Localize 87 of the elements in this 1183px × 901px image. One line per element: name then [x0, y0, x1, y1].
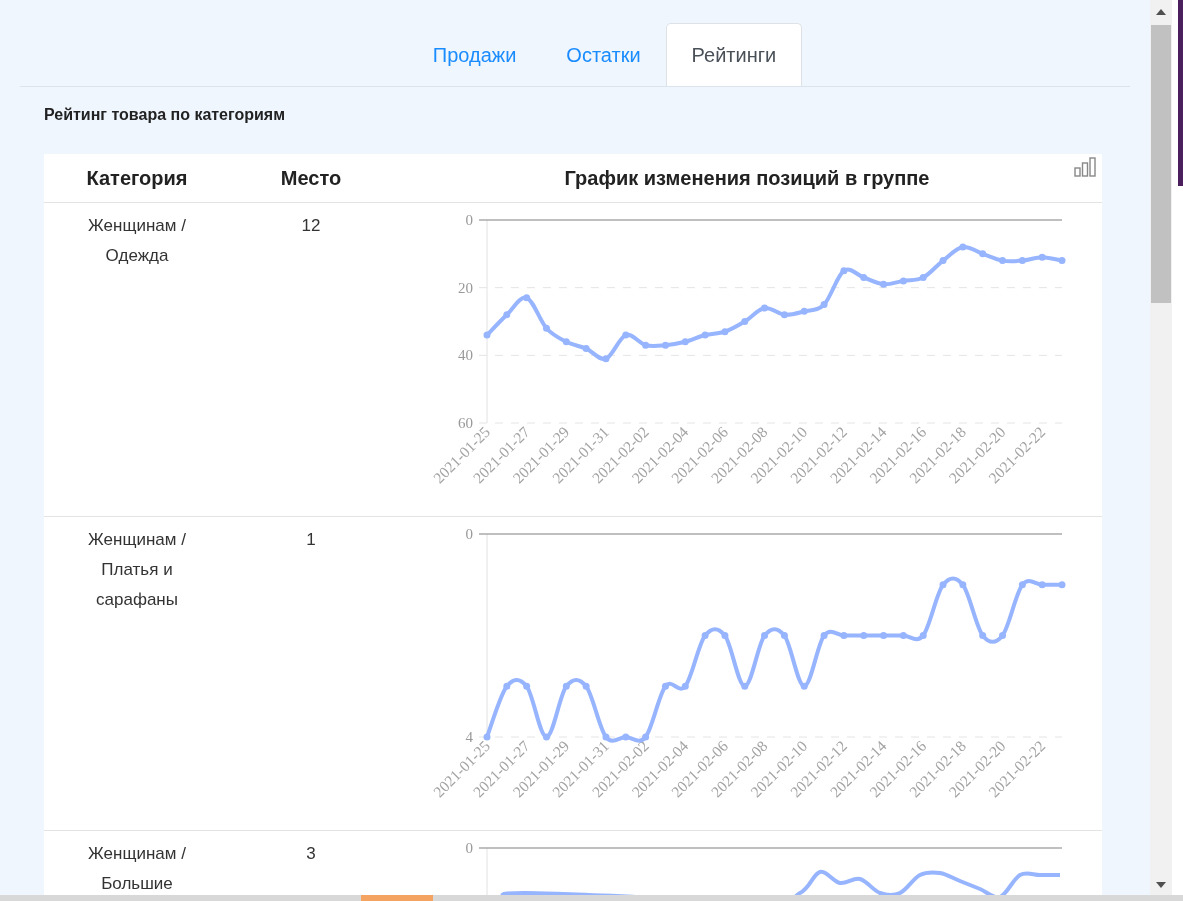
data-point [979, 632, 987, 639]
data-point [1038, 581, 1046, 589]
data-point [800, 307, 808, 315]
axis-tick-label: 0 [465, 212, 473, 228]
data-point [939, 257, 947, 265]
data-point [1058, 581, 1066, 589]
column-header: Место [279, 166, 343, 191]
data-point [820, 301, 828, 309]
data-point [919, 632, 927, 639]
scrollbar-thumb[interactable] [1151, 25, 1171, 303]
data-point [483, 331, 491, 339]
data-point [562, 338, 570, 346]
data-point [721, 328, 729, 336]
data-point [860, 632, 868, 639]
axis-tick-label: 0 [465, 840, 473, 856]
data-point [959, 243, 967, 251]
scrollbar-thumb[interactable] [361, 895, 433, 901]
table-cell-text: 3 [305, 843, 317, 865]
data-point [959, 581, 967, 589]
data-point [840, 267, 848, 275]
data-point [899, 632, 907, 639]
table-cell-text: Женщинам / Одежда [87, 215, 187, 267]
data-point [602, 355, 610, 363]
data-point [661, 682, 669, 690]
data-point [582, 682, 590, 690]
data-point [880, 280, 888, 288]
bar-chart-icon[interactable] [1074, 157, 1096, 177]
data-point [701, 632, 709, 639]
data-point [939, 581, 947, 589]
data-point [523, 294, 531, 302]
axis-tick-label: 4 [465, 729, 473, 745]
down-arrow-icon[interactable] [1156, 881, 1166, 889]
data-point [840, 632, 848, 639]
data-point [622, 733, 630, 741]
data-point [919, 274, 927, 281]
data-point [503, 682, 511, 690]
table-cell-text: 1 [305, 529, 317, 551]
data-point [979, 250, 987, 258]
data-point [503, 311, 511, 319]
data-point [1018, 581, 1026, 589]
data-point [483, 733, 491, 741]
data-point [999, 632, 1006, 639]
data-point [741, 318, 749, 325]
data-point [860, 274, 868, 281]
data-point [681, 682, 689, 690]
vertical-scrollbar[interactable] [1150, 0, 1172, 895]
data-point [582, 345, 590, 353]
table-cell-text: Женщинам / Большие [87, 843, 187, 895]
data-point [642, 733, 650, 741]
table-cell-text: Женщинам / Платья и сарафаны [87, 529, 187, 611]
data-point [800, 682, 808, 690]
data-point [899, 277, 907, 285]
axis-tick-label: 60 [458, 415, 473, 431]
data-point [820, 632, 828, 639]
data-point [642, 341, 650, 349]
axis-tick-label: 0 [465, 526, 473, 542]
data-point [681, 338, 689, 346]
column-header: Категория [85, 166, 189, 191]
data-point [761, 304, 769, 312]
tab[interactable]: Остатки [541, 23, 666, 86]
data-point [701, 331, 709, 339]
data-point [761, 632, 769, 639]
data-point [1058, 257, 1066, 265]
data-point [602, 733, 610, 741]
data-point [721, 632, 729, 639]
data-point [543, 324, 550, 332]
horizontal-scrollbar[interactable] [0, 895, 1183, 901]
data-point [880, 632, 888, 639]
tab[interactable]: Рейтинги [665, 23, 803, 86]
section-title: Рейтинг товара по категориям [44, 105, 287, 125]
data-point [780, 311, 788, 319]
axis-tick-label: 40 [458, 347, 473, 364]
data-point [562, 682, 570, 690]
data-point [999, 257, 1006, 265]
up-arrow-icon[interactable] [1156, 8, 1166, 16]
tab[interactable]: Продажи [407, 23, 542, 86]
axis-tick-label: 20 [458, 279, 473, 296]
data-point [780, 632, 788, 639]
column-header: График изменения позиций в группе [563, 166, 931, 191]
data-point [622, 331, 630, 339]
data-point [1038, 253, 1046, 261]
data-point [543, 733, 550, 741]
data-point [1018, 257, 1026, 265]
data-point [523, 682, 531, 690]
data-point [741, 682, 749, 690]
table-cell-text: 12 [300, 215, 322, 237]
data-point [661, 341, 669, 349]
